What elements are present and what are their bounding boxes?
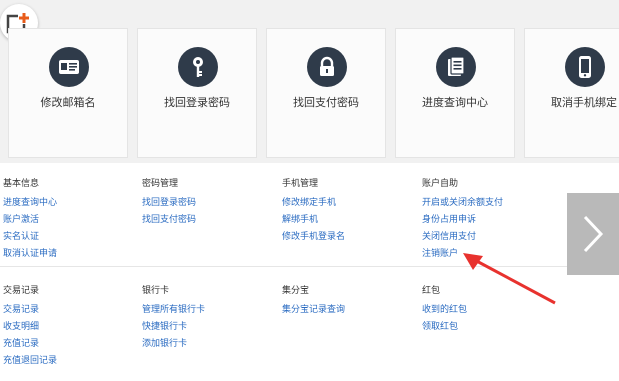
tile-cancel-phone-binding[interactable]: 取消手机绑定	[524, 28, 619, 158]
link-quick-bank-card[interactable]: 快捷银行卡	[142, 319, 205, 336]
link-cancel-verification[interactable]: 取消认证申请	[3, 246, 57, 263]
group-title: 基本信息	[3, 179, 40, 189]
link-transaction-records[interactable]: 交易记录	[3, 302, 57, 319]
group-title: 密码管理	[142, 179, 179, 189]
id-card-icon	[49, 47, 89, 87]
next-slide-button[interactable]	[567, 193, 619, 275]
group-title: 集分宝	[282, 286, 310, 296]
group-bank-cards: 银行卡 管理所有银行卡 快捷银行卡 添加银行卡	[142, 285, 205, 353]
quick-service-tiles: 修改邮箱名 找回登录密码 找回支付密码 进度查询中心 取消手机绑定	[0, 28, 619, 158]
link-identity-appeal[interactable]: 身份占用申诉	[422, 212, 503, 229]
annotation-arrow-icon	[463, 253, 556, 305]
key-icon	[178, 47, 218, 87]
link-unbind-phone[interactable]: 解绑手机	[282, 212, 345, 229]
document-icon	[436, 47, 476, 87]
group-title: 银行卡	[142, 286, 170, 296]
link-account-activation[interactable]: 账户激活	[3, 212, 57, 229]
link-recover-payment-password[interactable]: 找回支付密码	[142, 212, 196, 229]
lock-icon	[307, 47, 347, 87]
link-topup-refund-records[interactable]: 充值退回记录	[3, 353, 57, 370]
link-topup-records[interactable]: 充值记录	[3, 336, 57, 353]
link-claim-red-packet[interactable]: 领取红包	[422, 319, 467, 336]
tile-recover-login-password[interactable]: 找回登录密码	[137, 28, 257, 158]
link-toggle-balance-payment[interactable]: 开启或关闭余额支付	[422, 195, 503, 212]
link-change-bound-phone[interactable]: 修改绑定手机	[282, 195, 345, 212]
group-jifenbao: 集分宝 集分宝记录查询	[282, 285, 345, 319]
tile-label: 进度查询中心	[422, 96, 488, 109]
link-income-expense-details[interactable]: 收支明细	[3, 319, 57, 336]
link-change-phone-login[interactable]: 修改手机登录名	[282, 229, 345, 246]
link-progress-query[interactable]: 进度查询中心	[3, 195, 57, 212]
group-phone: 手机管理 修改绑定手机 解绑手机 修改手机登录名	[282, 178, 345, 246]
link-close-credit-payment[interactable]: 关闭信用支付	[422, 229, 503, 246]
link-jifenbao-records[interactable]: 集分宝记录查询	[282, 302, 345, 319]
phone-icon	[565, 47, 605, 87]
group-title: 账户自助	[422, 179, 459, 189]
link-recover-login-password[interactable]: 找回登录密码	[142, 195, 196, 212]
group-password: 密码管理 找回登录密码 找回支付密码	[142, 178, 196, 229]
group-title: 交易记录	[3, 286, 40, 296]
link-add-bank-card[interactable]: 添加银行卡	[142, 336, 205, 353]
group-basic-info: 基本信息 进度查询中心 账户激活 实名认证 取消认证申请	[3, 178, 57, 263]
link-manage-bank-cards[interactable]: 管理所有银行卡	[142, 302, 205, 319]
tile-recover-payment-password[interactable]: 找回支付密码	[266, 28, 386, 158]
group-title: 手机管理	[282, 179, 319, 189]
top-bar	[0, 0, 619, 20]
tile-label: 找回登录密码	[164, 96, 230, 109]
chevron-right-icon	[583, 215, 604, 253]
tile-change-email[interactable]: 修改邮箱名	[8, 28, 128, 158]
tile-progress-query[interactable]: 进度查询中心	[395, 28, 515, 158]
tile-label: 取消手机绑定	[551, 96, 617, 109]
tile-label: 找回支付密码	[293, 96, 359, 109]
link-real-name-verification[interactable]: 实名认证	[3, 229, 57, 246]
tile-label: 修改邮箱名	[40, 96, 96, 109]
group-transactions: 交易记录 交易记录 收支明细 充值记录 充值退回记录	[3, 285, 57, 370]
